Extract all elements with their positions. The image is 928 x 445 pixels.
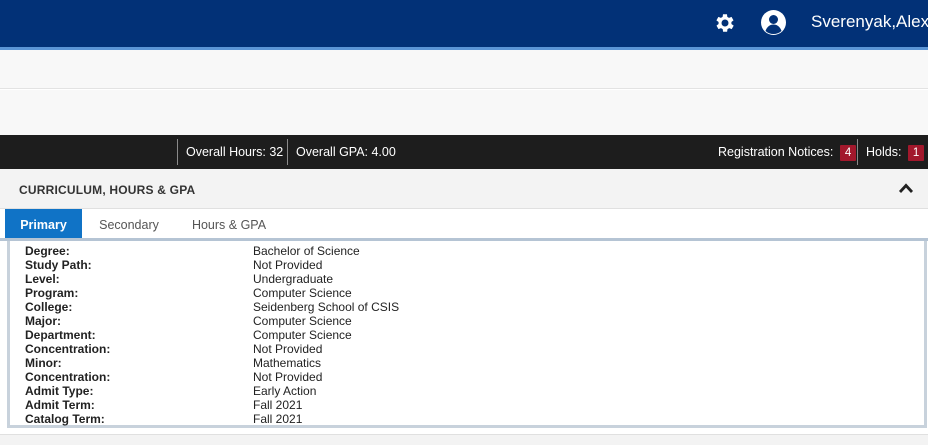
field-label: Study Path: [25,258,92,272]
divider [857,139,858,165]
curriculum-panel [7,241,927,428]
field-label: Major: [25,314,61,328]
student-stats-bar: Overall Hours: 32 Overall GPA: 4.00 Regi… [0,135,928,169]
field-label: Degree: [25,244,70,258]
tab-hours-gpa[interactable]: Hours & GPA [180,209,278,239]
field-label: Level: [25,272,60,286]
field-value: Fall 2021 [253,412,303,426]
field-label: Catalog Term: [25,412,105,426]
field-label: Admit Type: [25,384,94,398]
field-label: Program: [25,286,79,300]
overall-hours: Overall Hours: 32 [186,145,284,159]
field-label: Concentration: [25,370,111,384]
next-section-header [0,434,928,445]
field-label: Admit Term: [25,398,95,412]
field-label: Concentration: [25,342,111,356]
field-value: Fall 2021 [253,398,303,412]
section-title: CURRICULUM, HOURS & GPA [19,183,196,197]
field-value: Bachelor of Science [253,244,360,258]
holds-link[interactable]: Holds: 1 [866,145,925,161]
gear-icon[interactable] [713,11,737,35]
field-value: Computer Science [253,286,352,300]
field-value: Not Provided [253,370,323,384]
breadcrumb-area [0,50,928,89]
field-label: Minor: [25,356,62,370]
chevron-up-icon[interactable] [898,182,914,194]
page-title-area [0,90,928,135]
field-label: College: [25,300,73,314]
divider [287,139,288,165]
field-value: Undergraduate [253,272,334,286]
curriculum-tabs: Primary Secondary Hours & GPA [0,209,928,240]
holds-badge: 1 [907,145,925,161]
registration-notices-label: Registration Notices: [718,145,834,159]
tab-primary[interactable]: Primary [5,209,82,239]
registration-notices-badge: 4 [839,145,857,161]
username[interactable]: Sverenyak,Alex [811,12,928,32]
curriculum-section-header[interactable]: CURRICULUM, HOURS & GPA [0,169,928,209]
tab-secondary[interactable]: Secondary [86,209,172,239]
divider [177,139,178,165]
field-value: Computer Science [253,314,352,328]
holds-label: Holds: [866,145,902,159]
field-value: Not Provided [253,258,323,272]
field-value: Early Action [253,384,317,398]
overall-gpa: Overall GPA: 4.00 [296,145,396,159]
field-value: Not Provided [253,342,323,356]
registration-notices-link[interactable]: Registration Notices: 4 [718,145,857,161]
top-header-bar: Sverenyak,Alex [0,0,928,47]
user-avatar-icon[interactable] [760,9,787,36]
field-value: Computer Science [253,328,352,342]
field-value: Mathematics [253,356,322,370]
field-label: Department: [25,328,96,342]
field-value: Seidenberg School of CSIS [253,300,400,314]
